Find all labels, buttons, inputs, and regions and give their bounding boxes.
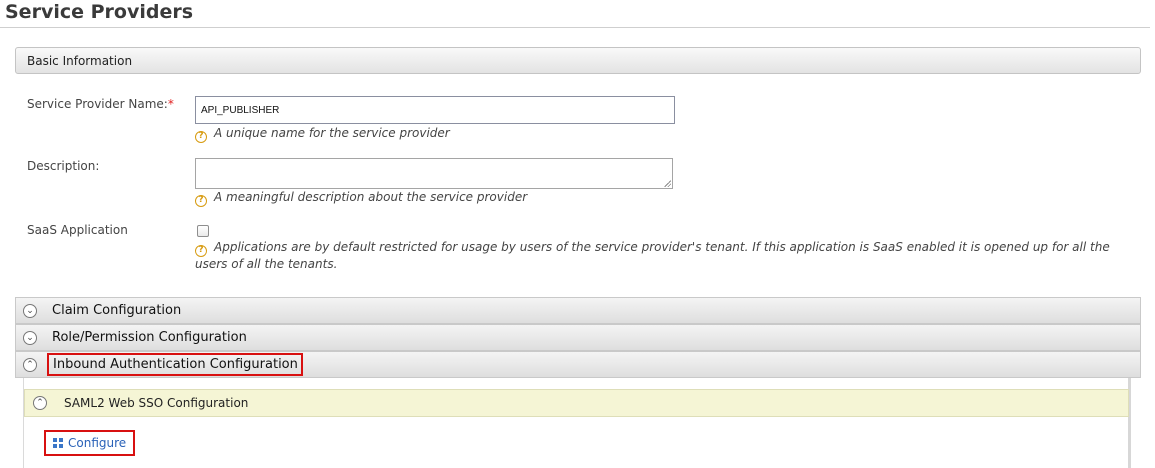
description-label: Description: xyxy=(27,159,100,173)
expand-chevron-icon[interactable]: ⌄ xyxy=(23,304,37,318)
name-hint: ? A unique name for the service provider xyxy=(195,126,450,143)
help-icon: ? xyxy=(195,195,207,207)
title-divider xyxy=(0,27,1150,28)
configure-link[interactable]: Configure xyxy=(44,430,135,456)
service-provider-name-input[interactable]: API_PUBLISHER xyxy=(195,96,675,124)
accordion-role-permission-configuration[interactable]: ⌄ Role/Permission Configuration xyxy=(15,324,1141,351)
accordion-label-highlighted: Inbound Authentication Configuration xyxy=(47,353,303,376)
page-title: Service Providers xyxy=(5,1,194,23)
service-provider-name-label: Service Provider Name:* xyxy=(27,97,174,111)
description-hint: ? A meaningful description about the serv… xyxy=(195,190,527,207)
saml2-label: SAML2 Web SSO Configuration xyxy=(64,396,249,410)
collapse-chevron-icon[interactable]: ⌃ xyxy=(33,396,47,410)
accordion-label: Role/Permission Configuration xyxy=(52,330,247,345)
help-icon: ? xyxy=(195,131,207,143)
accordion-inbound-authentication-configuration[interactable]: ⌃ Inbound Authentication Configuration xyxy=(15,351,1141,378)
resize-grip-icon[interactable] xyxy=(664,180,671,187)
saas-hint: ? Applications are by default restricted … xyxy=(195,240,1110,271)
expand-chevron-icon[interactable]: ⌄ xyxy=(23,331,37,345)
accordion-label: Claim Configuration xyxy=(52,303,182,318)
saml2-web-sso-header[interactable]: ⌃ SAML2 Web SSO Configuration xyxy=(24,389,1129,417)
grid-icon xyxy=(53,438,63,448)
help-icon: ? xyxy=(195,245,207,257)
required-marker: * xyxy=(167,97,174,111)
saas-application-label: SaaS Application xyxy=(27,223,128,237)
accordion-claim-configuration[interactable]: ⌄ Claim Configuration xyxy=(15,297,1141,324)
saas-application-checkbox[interactable] xyxy=(197,225,209,237)
description-textarea[interactable] xyxy=(195,158,673,189)
collapse-chevron-icon[interactable]: ⌃ xyxy=(23,358,37,372)
basic-information-header[interactable]: Basic Information xyxy=(15,47,1141,74)
